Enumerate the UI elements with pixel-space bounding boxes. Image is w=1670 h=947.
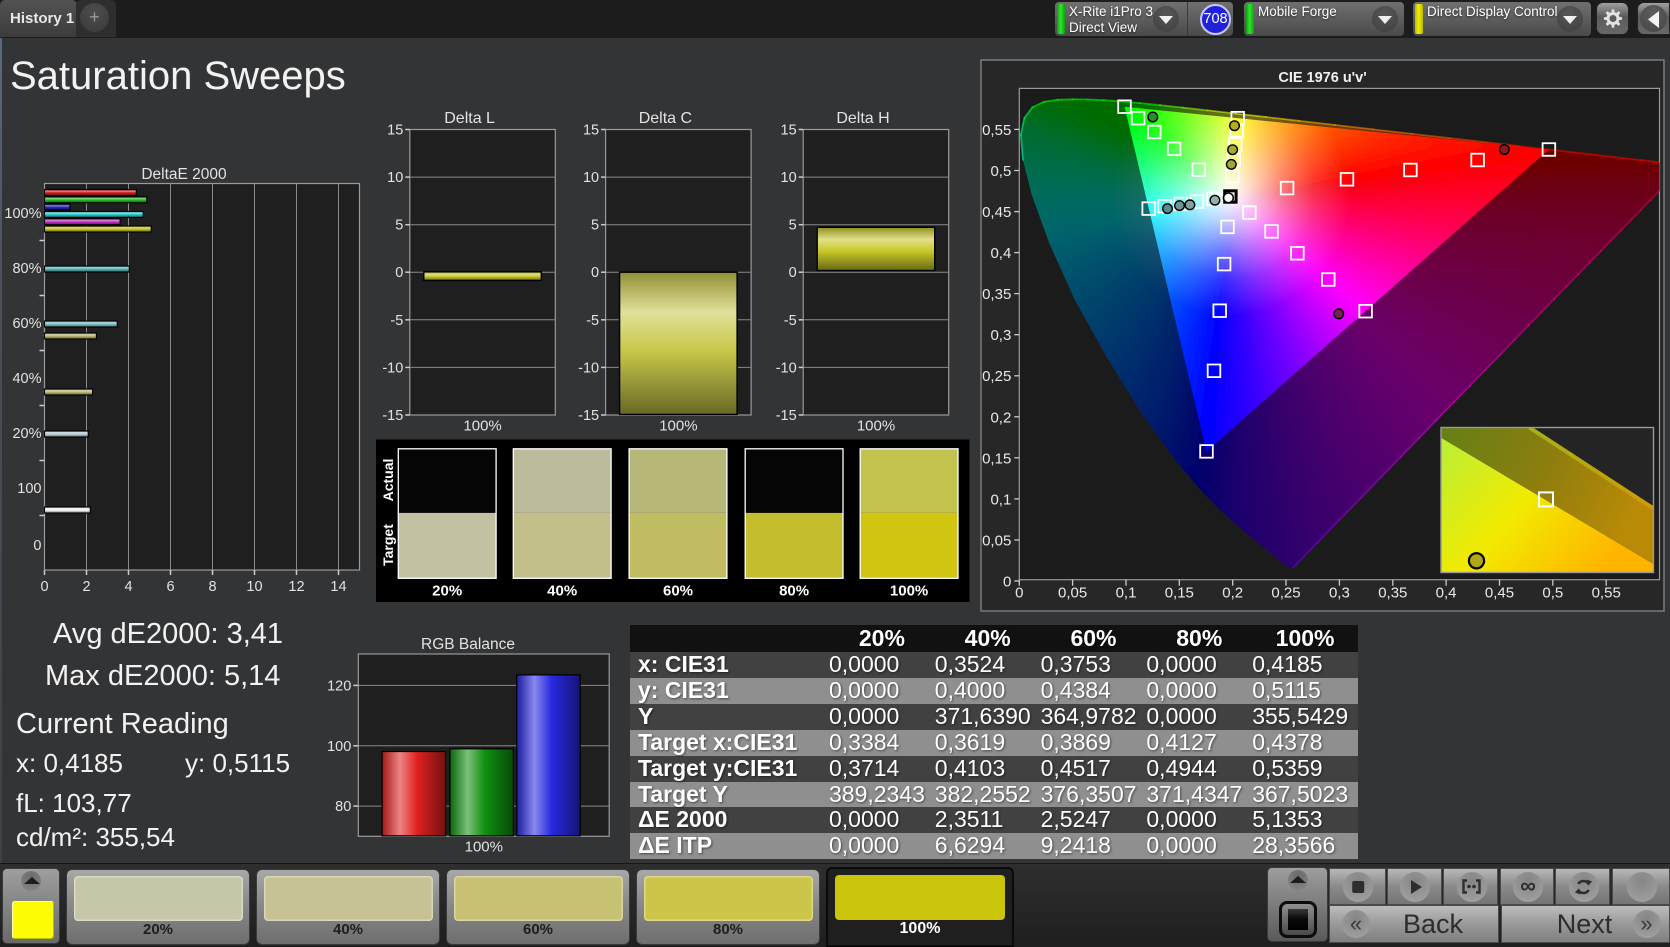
- svg-text:8: 8: [208, 579, 216, 595]
- svg-text:0,4: 0,4: [1436, 585, 1457, 602]
- svg-text:5: 5: [591, 218, 599, 234]
- svg-text:-15: -15: [578, 408, 599, 424]
- svg-text:0: 0: [40, 579, 48, 595]
- svg-text:100%: 100%: [857, 418, 895, 435]
- svg-text:100%: 100%: [465, 839, 503, 856]
- svg-text:100%: 100%: [659, 418, 697, 435]
- svg-text:-5: -5: [390, 313, 403, 329]
- svg-text:0,45: 0,45: [1485, 585, 1514, 602]
- svg-text:20%: 20%: [432, 583, 462, 600]
- svg-text:0,35: 0,35: [982, 286, 1011, 303]
- svg-text:2: 2: [82, 579, 90, 595]
- svg-text:0,5: 0,5: [1542, 585, 1563, 602]
- svg-text:0,05: 0,05: [982, 533, 1011, 550]
- svg-text:100%: 100%: [890, 583, 928, 600]
- svg-text:40%: 40%: [12, 371, 41, 387]
- svg-text:15: 15: [781, 123, 797, 139]
- svg-text:10: 10: [583, 170, 599, 186]
- svg-text:14: 14: [330, 579, 346, 595]
- svg-text:-10: -10: [578, 360, 599, 376]
- svg-text:80%: 80%: [779, 583, 809, 600]
- svg-text:-10: -10: [776, 360, 797, 376]
- svg-text:DeltaE 2000: DeltaE 2000: [141, 166, 227, 183]
- svg-text:-15: -15: [776, 408, 797, 424]
- svg-text:12: 12: [288, 579, 304, 595]
- svg-text:0: 0: [1003, 574, 1011, 591]
- svg-text:0,05: 0,05: [1058, 585, 1087, 602]
- svg-text:-10: -10: [382, 360, 403, 376]
- svg-text:60%: 60%: [12, 316, 41, 332]
- svg-text:0: 0: [395, 265, 403, 281]
- svg-text:0,1: 0,1: [990, 491, 1011, 508]
- svg-text:0,25: 0,25: [982, 368, 1011, 385]
- svg-text:0,35: 0,35: [1378, 585, 1407, 602]
- svg-text:RGB Balance: RGB Balance: [421, 636, 515, 653]
- svg-text:0,2: 0,2: [990, 409, 1011, 426]
- svg-text:0: 0: [789, 265, 797, 281]
- svg-text:20%: 20%: [12, 426, 41, 442]
- svg-text:0,3: 0,3: [1329, 585, 1350, 602]
- svg-text:0,1: 0,1: [1116, 585, 1137, 602]
- svg-text:Actual: Actual: [380, 459, 396, 502]
- svg-text:120: 120: [327, 678, 351, 694]
- svg-text:-5: -5: [586, 313, 599, 329]
- svg-text:60%: 60%: [663, 583, 693, 600]
- svg-text:5: 5: [789, 218, 797, 234]
- svg-text:Delta L: Delta L: [444, 110, 495, 127]
- svg-text:100: 100: [327, 739, 351, 755]
- svg-text:15: 15: [387, 123, 403, 139]
- svg-text:6: 6: [166, 579, 174, 595]
- svg-text:0: 0: [591, 265, 599, 281]
- svg-text:10: 10: [246, 579, 262, 595]
- svg-text:Delta C: Delta C: [639, 110, 692, 127]
- svg-text:0,15: 0,15: [1165, 585, 1194, 602]
- svg-text:4: 4: [124, 579, 132, 595]
- svg-text:CIE 1976 u'v': CIE 1976 u'v': [1278, 70, 1366, 86]
- svg-text:0,55: 0,55: [982, 122, 1011, 139]
- svg-text:0,3: 0,3: [990, 327, 1011, 344]
- svg-text:80%: 80%: [12, 261, 41, 277]
- svg-text:100%: 100%: [463, 418, 501, 435]
- svg-text:0,55: 0,55: [1592, 585, 1621, 602]
- svg-text:0,5: 0,5: [990, 163, 1011, 180]
- svg-text:40%: 40%: [547, 583, 577, 600]
- svg-text:0,15: 0,15: [982, 450, 1011, 467]
- svg-text:10: 10: [387, 170, 403, 186]
- svg-text:0: 0: [1015, 585, 1023, 602]
- svg-text:100: 100: [17, 481, 41, 497]
- svg-text:-15: -15: [382, 408, 403, 424]
- svg-text:10: 10: [781, 170, 797, 186]
- svg-text:0,25: 0,25: [1271, 585, 1300, 602]
- svg-text:80: 80: [335, 799, 351, 815]
- svg-text:0,45: 0,45: [982, 204, 1011, 221]
- svg-text:100%: 100%: [4, 206, 41, 222]
- svg-text:0,2: 0,2: [1222, 585, 1243, 602]
- svg-text:15: 15: [583, 123, 599, 139]
- svg-text:-5: -5: [784, 313, 797, 329]
- svg-text:0: 0: [33, 538, 41, 554]
- svg-text:0,4: 0,4: [990, 245, 1011, 262]
- svg-text:5: 5: [395, 218, 403, 234]
- svg-text:Delta H: Delta H: [836, 110, 889, 127]
- svg-text:Target: Target: [380, 524, 396, 566]
